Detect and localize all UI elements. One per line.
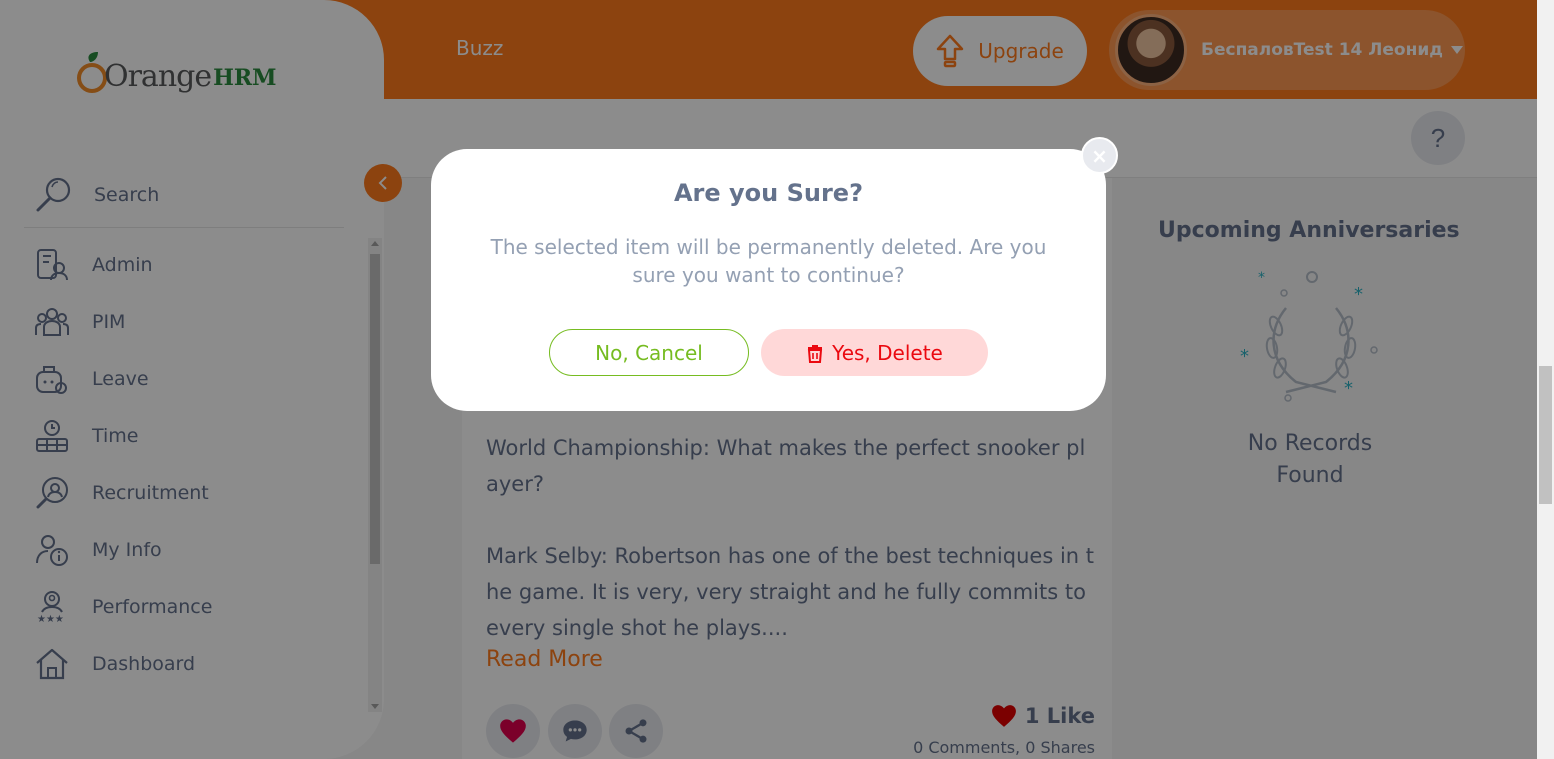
cancel-button[interactable]: No, Cancel bbox=[549, 329, 749, 376]
close-dialog-button[interactable]: × bbox=[1081, 137, 1118, 174]
delete-label: Yes, Delete bbox=[832, 340, 943, 365]
trash-icon bbox=[808, 344, 823, 363]
dialog-message: The selected item will be permanently de… bbox=[490, 235, 1047, 287]
dialog-actions: No, Cancel Yes, Delete bbox=[549, 329, 988, 376]
page-scroll-thumb[interactable] bbox=[1539, 366, 1552, 504]
close-icon: × bbox=[1091, 143, 1108, 168]
confirm-dialog: Are you Sure? The selected item will be … bbox=[431, 149, 1106, 411]
delete-button[interactable]: Yes, Delete bbox=[761, 329, 988, 376]
page-scrollbar[interactable] bbox=[1537, 0, 1554, 759]
dialog-title: Are you Sure? bbox=[673, 179, 864, 207]
